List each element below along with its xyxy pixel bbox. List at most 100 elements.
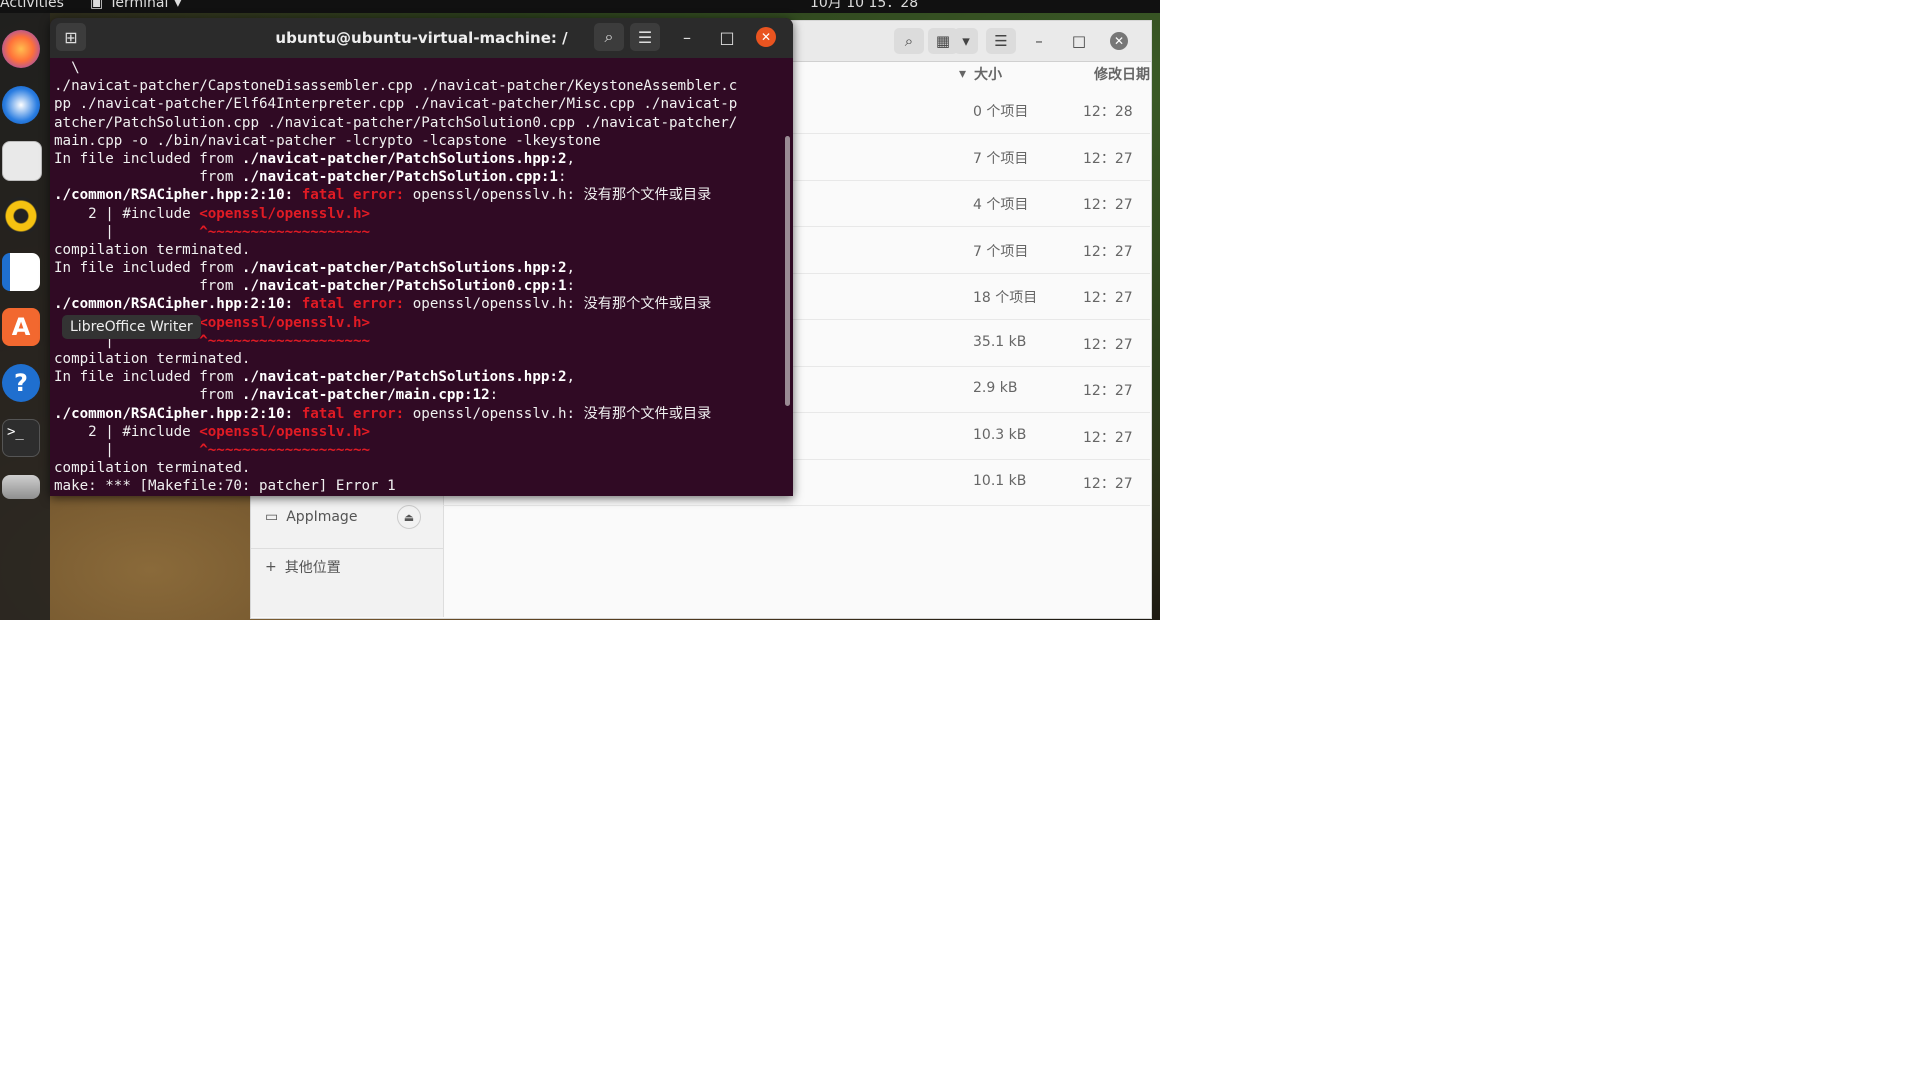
- terminal-line: ./common/RSACipher.hpp:2:10: fatal error…: [54, 405, 784, 423]
- maximize-button[interactable]: □: [1064, 28, 1094, 54]
- terminal-line: In file included from ./navicat-patcher/…: [54, 368, 784, 386]
- terminal-line: atcher/PatchSolution.cpp ./navicat-patch…: [54, 114, 784, 132]
- terminal-text-segment: ^~~~~~~~~~~~~~~~~~~~: [199, 332, 371, 349]
- minimize-button[interactable]: –: [672, 23, 702, 51]
- top-bar: Activities ▣ Terminal ▾ 10月 10 15：28: [0, 0, 1160, 13]
- terminal-text-segment: ./navicat-patcher/PatchSolutions.hpp:2: [241, 150, 567, 167]
- terminal-line: 2 | #include <openssl/opensslv.h>: [54, 423, 784, 441]
- sort-chevron-icon[interactable]: ▾: [959, 62, 966, 86]
- terminal-icon[interactable]: >_: [2, 419, 40, 457]
- drive-icon: ▭: [265, 509, 279, 525]
- terminal-text-segment: 2 | #include: [54, 423, 200, 440]
- terminal-text-segment: :: [557, 169, 567, 186]
- terminal-line: \: [54, 59, 784, 77]
- terminal-text-segment: ./common/RSACipher.hpp:2:10:: [54, 187, 302, 204]
- terminal-text-segment: main.cpp -o ./bin/navicat-patcher -lcryp…: [54, 132, 601, 149]
- terminal-text-segment: ./navicat-patcher/PatchSolution0.cpp:1: [241, 278, 567, 295]
- terminal-line: | ^~~~~~~~~~~~~~~~~~~~: [54, 441, 784, 459]
- terminal-text-segment: In file included from: [54, 260, 242, 277]
- search-button[interactable]: ⌕: [594, 23, 624, 51]
- terminal-line: 2 | #include <openssl/opensslv.h>: [54, 205, 784, 223]
- terminal-text-segment: :: [566, 278, 576, 295]
- file-modified-date: 12：27: [1083, 243, 1133, 260]
- sidebar-item-appimage[interactable]: ▭ AppImage ⏏: [251, 499, 443, 535]
- terminal-text-segment: ./common/RSACipher.hpp:2:10:: [54, 296, 302, 313]
- file-modified-date: 12：27: [1083, 336, 1133, 353]
- file-modified-date: 12：28: [1083, 104, 1133, 120]
- app-menu[interactable]: ▣ Terminal ▾: [90, 0, 182, 11]
- file-modified-date: 12：27: [1083, 150, 1133, 167]
- terminal-line: main.cpp -o ./bin/navicat-patcher -lcryp…: [54, 132, 784, 150]
- terminal-text-segment: compilation terminated.: [54, 241, 251, 258]
- terminal-text-segment: ./navicat-patcher/main.cpp:12: [241, 387, 490, 404]
- terminal-text-segment: ./navicat-patcher/CapstoneDisassembler.c…: [54, 78, 738, 95]
- terminal-app-icon: ▣: [90, 0, 104, 11]
- activities-button[interactable]: Activities: [0, 0, 64, 10]
- terminal-line: from ./navicat-patcher/main.cpp:12:: [54, 386, 784, 404]
- file-modified-date: 12：27: [1083, 476, 1133, 492]
- dock-tooltip: LibreOffice Writer: [62, 315, 201, 339]
- maximize-button[interactable]: □: [712, 23, 742, 51]
- software-center-icon[interactable]: A: [2, 308, 40, 346]
- terminal-text-segment: fatal error:: [301, 296, 413, 313]
- terminal-text-segment: compilation terminated.: [54, 351, 251, 367]
- menu-button[interactable]: ☰: [630, 23, 660, 51]
- terminal-line: In file included from ./navicat-patcher/…: [54, 259, 784, 277]
- terminal-text-segment: In file included from: [54, 150, 242, 167]
- terminal-line: ./navicat-patcher/CapstoneDisassembler.c…: [54, 77, 784, 95]
- firefox-icon[interactable]: [2, 30, 40, 68]
- eject-icon[interactable]: ⏏: [397, 505, 421, 529]
- terminal-line: | ^~~~~~~~~~~~~~~~~~~~: [54, 223, 784, 241]
- close-icon: ✕: [1110, 32, 1128, 50]
- terminal-text-segment: <openssl/opensslv.h>: [199, 423, 371, 440]
- sidebar-item-other-locations[interactable]: + 其他位置: [251, 548, 443, 585]
- minimize-button[interactable]: –: [1024, 28, 1054, 54]
- menu-button[interactable]: ☰: [986, 28, 1016, 54]
- rhythmbox-icon[interactable]: [2, 197, 40, 235]
- terminal-line: compilation terminated.: [54, 350, 784, 368]
- dock: A ? >_: [0, 13, 50, 620]
- terminal-text-segment: |: [54, 223, 200, 240]
- terminal-text-segment: :: [489, 387, 499, 404]
- help-icon[interactable]: ?: [2, 364, 40, 402]
- scrollbar[interactable]: [785, 136, 790, 406]
- close-button[interactable]: ✕: [751, 23, 781, 51]
- terminal-text-segment: from: [54, 169, 242, 186]
- file-size: 4 个项目: [973, 197, 1029, 213]
- terminal-window: ⊞ ubuntu@ubuntu-virtual-machine: / ⌕ ☰ –…: [50, 18, 793, 496]
- file-size: 10.1 kB: [973, 473, 1027, 489]
- terminal-text-segment: ,: [566, 150, 576, 167]
- view-options-button[interactable]: ▾: [954, 28, 978, 54]
- terminal-text-segment: ./common/RSACipher.hpp:2:10:: [54, 405, 302, 422]
- chevron-down-icon: ▾: [174, 0, 182, 11]
- close-icon: ✕: [756, 27, 776, 47]
- terminal-line: ./common/RSACipher.hpp:2:10: fatal error…: [54, 295, 784, 313]
- files-icon[interactable]: [2, 141, 42, 181]
- terminal-text-segment: ./navicat-patcher/PatchSolutions.hpp:2: [241, 369, 567, 386]
- file-size: 2.9 kB: [973, 380, 1018, 396]
- column-header-modified[interactable]: 修改日期: [1094, 62, 1150, 86]
- terminal-line: make: *** [Makefile:70: patcher] Error 1: [54, 477, 784, 495]
- plus-icon: +: [265, 559, 277, 575]
- search-button[interactable]: ⌕: [894, 28, 924, 54]
- terminal-text-segment: 2 | #include: [54, 205, 200, 222]
- terminal-text-segment: pp ./navicat-patcher/Elf64Interpreter.cp…: [54, 96, 738, 113]
- file-modified-date: 12：27: [1083, 429, 1133, 446]
- clock[interactable]: 10月 10 15：28: [810, 0, 918, 10]
- terminal-output[interactable]: \ ./navicat-patcher/CapstoneDisassembler.…: [54, 59, 784, 496]
- thunderbird-icon[interactable]: [2, 86, 40, 124]
- terminal-text-segment: openssl/opensslv.h: 没有那个文件或目录: [412, 296, 712, 313]
- terminal-line: pp ./navicat-patcher/Elf64Interpreter.cp…: [54, 95, 784, 113]
- file-size: 35.1 kB: [973, 333, 1027, 350]
- libreoffice-writer-icon[interactable]: [2, 253, 40, 291]
- column-header-size[interactable]: 大小: [974, 62, 1002, 86]
- terminal-text-segment: compilation terminated.: [54, 460, 251, 477]
- desktop: Activities ▣ Terminal ▾ 10月 10 15：28 A ?…: [0, 0, 1160, 620]
- disk-icon[interactable]: [2, 475, 40, 499]
- terminal-text-segment: \: [54, 60, 80, 76]
- file-modified-date: 12：27: [1083, 290, 1133, 306]
- sidebar-item-label: 其他位置: [284, 560, 341, 576]
- file-size: 10.3 kB: [973, 426, 1027, 443]
- file-modified-date: 12：27: [1083, 197, 1133, 213]
- close-button[interactable]: ✕: [1104, 28, 1134, 54]
